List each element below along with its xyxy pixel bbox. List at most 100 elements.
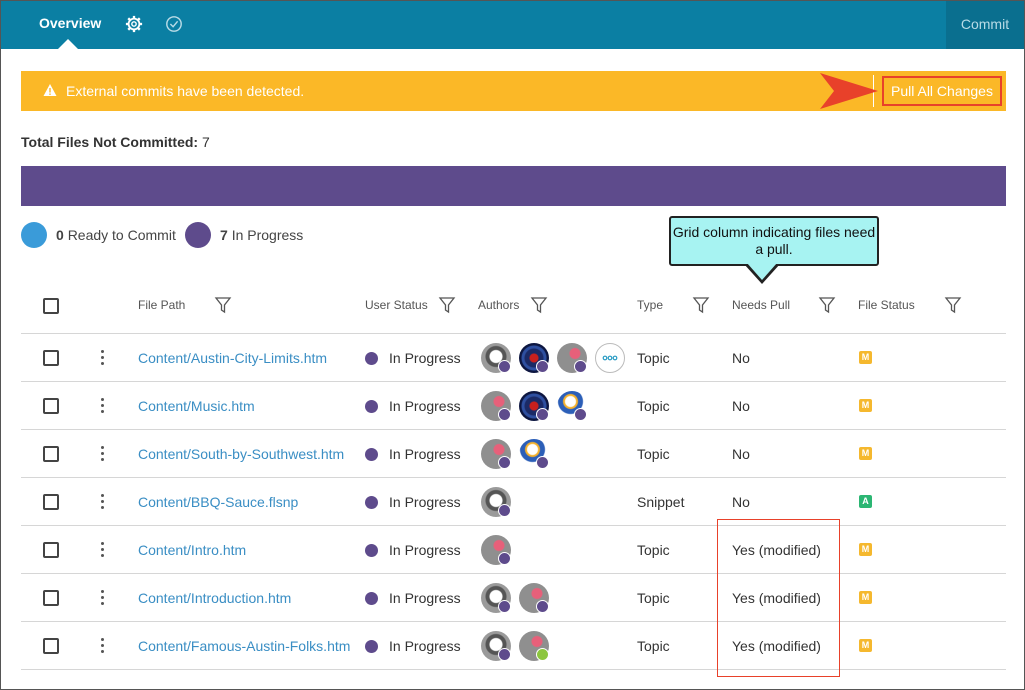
callout-needs-pull: Grid column indicating files need a pull… [669, 216, 879, 266]
avatar[interactable] [557, 391, 587, 421]
filter-icon[interactable] [214, 296, 232, 314]
annotation-arrow-icon [820, 73, 878, 109]
banner-message: External commits have been detected. [66, 83, 305, 99]
table-row[interactable]: Content/Intro.htm In Progress Topic Yes (mo… [21, 526, 1006, 574]
legend-in-progress: 7 In Progress [185, 222, 325, 248]
row-checkbox[interactable] [43, 494, 59, 510]
table-row[interactable]: Content/BBQ-Sauce.flsnp In Progress Snippe… [21, 478, 1006, 526]
callout-tail-fill [747, 263, 777, 280]
pull-all-changes-button[interactable]: Pull All Changes [882, 76, 1002, 106]
presence-badge [498, 552, 511, 565]
more-vert-icon[interactable] [101, 350, 105, 366]
presence-badge [498, 648, 511, 661]
check-circle-icon[interactable] [165, 15, 183, 33]
table-row[interactable]: Content/South-by-Southwest.htm In Progres… [21, 430, 1006, 478]
user-status-text: In Progress [389, 638, 461, 654]
avatar[interactable] [519, 439, 549, 469]
filter-icon[interactable] [818, 296, 836, 314]
avatar[interactable] [481, 583, 511, 613]
status-dot [365, 640, 378, 653]
more-vert-icon[interactable] [101, 590, 105, 606]
needs-pull-highlight [717, 519, 840, 677]
avatar[interactable] [481, 439, 511, 469]
total-files-count: 7 [201, 134, 210, 150]
status-dot [365, 544, 378, 557]
file-path-link[interactable]: Content/South-by-Southwest.htm [138, 446, 344, 462]
presence-badge [498, 360, 511, 373]
file-type: Topic [637, 542, 670, 558]
file-status-badge: M [859, 639, 872, 652]
status-dot [365, 352, 378, 365]
select-all-checkbox[interactable] [43, 298, 59, 314]
row-checkbox[interactable] [43, 350, 59, 366]
avatar[interactable] [519, 343, 549, 373]
table-row[interactable]: Content/Introduction.htm In Progress Topic… [21, 574, 1006, 622]
presence-badge [498, 456, 511, 469]
presence-badge [536, 600, 549, 613]
file-status-badge: M [859, 351, 872, 364]
progress-bar [21, 166, 1006, 206]
avatar[interactable] [481, 487, 511, 517]
table-row[interactable]: Content/Music.htm In Progress Topic No M [21, 382, 1006, 430]
header-needs-pull[interactable]: Needs Pull [732, 298, 790, 312]
row-checkbox[interactable] [43, 398, 59, 414]
in-progress-label: In Progress [231, 227, 304, 243]
needs-pull-value: No [732, 350, 750, 366]
needs-pull-value: No [732, 494, 750, 510]
more-vert-icon[interactable] [101, 542, 105, 558]
more-vert-icon[interactable] [101, 398, 105, 414]
file-status-badge: M [859, 399, 872, 412]
avatar[interactable] [481, 631, 511, 661]
file-type: Topic [637, 446, 670, 462]
status-dot [365, 400, 378, 413]
row-checkbox[interactable] [43, 590, 59, 606]
avatar[interactable] [481, 535, 511, 565]
header-user-status[interactable]: User Status [365, 298, 428, 312]
more-authors-icon[interactable] [595, 343, 625, 373]
user-status-text: In Progress [389, 542, 461, 558]
avatar[interactable] [481, 343, 511, 373]
presence-badge [574, 408, 587, 421]
user-status-text: In Progress [389, 398, 461, 414]
row-checkbox[interactable] [43, 542, 59, 558]
status-dot [365, 496, 378, 509]
more-vert-icon[interactable] [101, 446, 105, 462]
commit-button[interactable]: Commit [946, 1, 1024, 49]
filter-icon[interactable] [438, 296, 456, 314]
presence-badge [574, 360, 587, 373]
header-type[interactable]: Type [637, 298, 663, 312]
row-checkbox[interactable] [43, 638, 59, 654]
avatar[interactable] [557, 343, 587, 373]
file-path-link[interactable]: Content/Introduction.htm [138, 590, 291, 606]
tab-overview[interactable]: Overview [39, 15, 101, 31]
table-row[interactable]: Content/Famous-Austin-Folks.htm In Progre… [21, 622, 1006, 670]
presence-badge [498, 408, 511, 421]
needs-pull-value: No [732, 398, 750, 414]
more-vert-icon[interactable] [101, 494, 105, 510]
header-file-path[interactable]: File Path [138, 298, 185, 312]
presence-badge [498, 504, 511, 517]
presence-badge [536, 648, 549, 661]
file-path-link[interactable]: Content/BBQ-Sauce.flsnp [138, 494, 298, 510]
header-authors[interactable]: Authors [478, 298, 519, 312]
avatar[interactable] [519, 583, 549, 613]
filter-icon[interactable] [944, 296, 962, 314]
filter-icon[interactable] [530, 296, 548, 314]
avatar[interactable] [481, 391, 511, 421]
file-path-link[interactable]: Content/Austin-City-Limits.htm [138, 350, 327, 366]
table-header: File Path User Status Authors Type Needs… [21, 286, 1006, 334]
user-status-text: In Progress [389, 350, 461, 366]
file-path-link[interactable]: Content/Intro.htm [138, 542, 246, 558]
filter-icon[interactable] [692, 296, 710, 314]
file-path-link[interactable]: Content/Famous-Austin-Folks.htm [138, 638, 350, 654]
table-row[interactable]: Content/Austin-City-Limits.htm In Progres… [21, 334, 1006, 382]
gear-icon[interactable] [125, 15, 143, 33]
avatar[interactable] [519, 391, 549, 421]
row-checkbox[interactable] [43, 446, 59, 462]
avatar[interactable] [519, 631, 549, 661]
file-type: Topic [637, 398, 670, 414]
file-status-badge: M [859, 591, 872, 604]
more-vert-icon[interactable] [101, 638, 105, 654]
header-file-status[interactable]: File Status [858, 298, 915, 312]
file-path-link[interactable]: Content/Music.htm [138, 398, 255, 414]
